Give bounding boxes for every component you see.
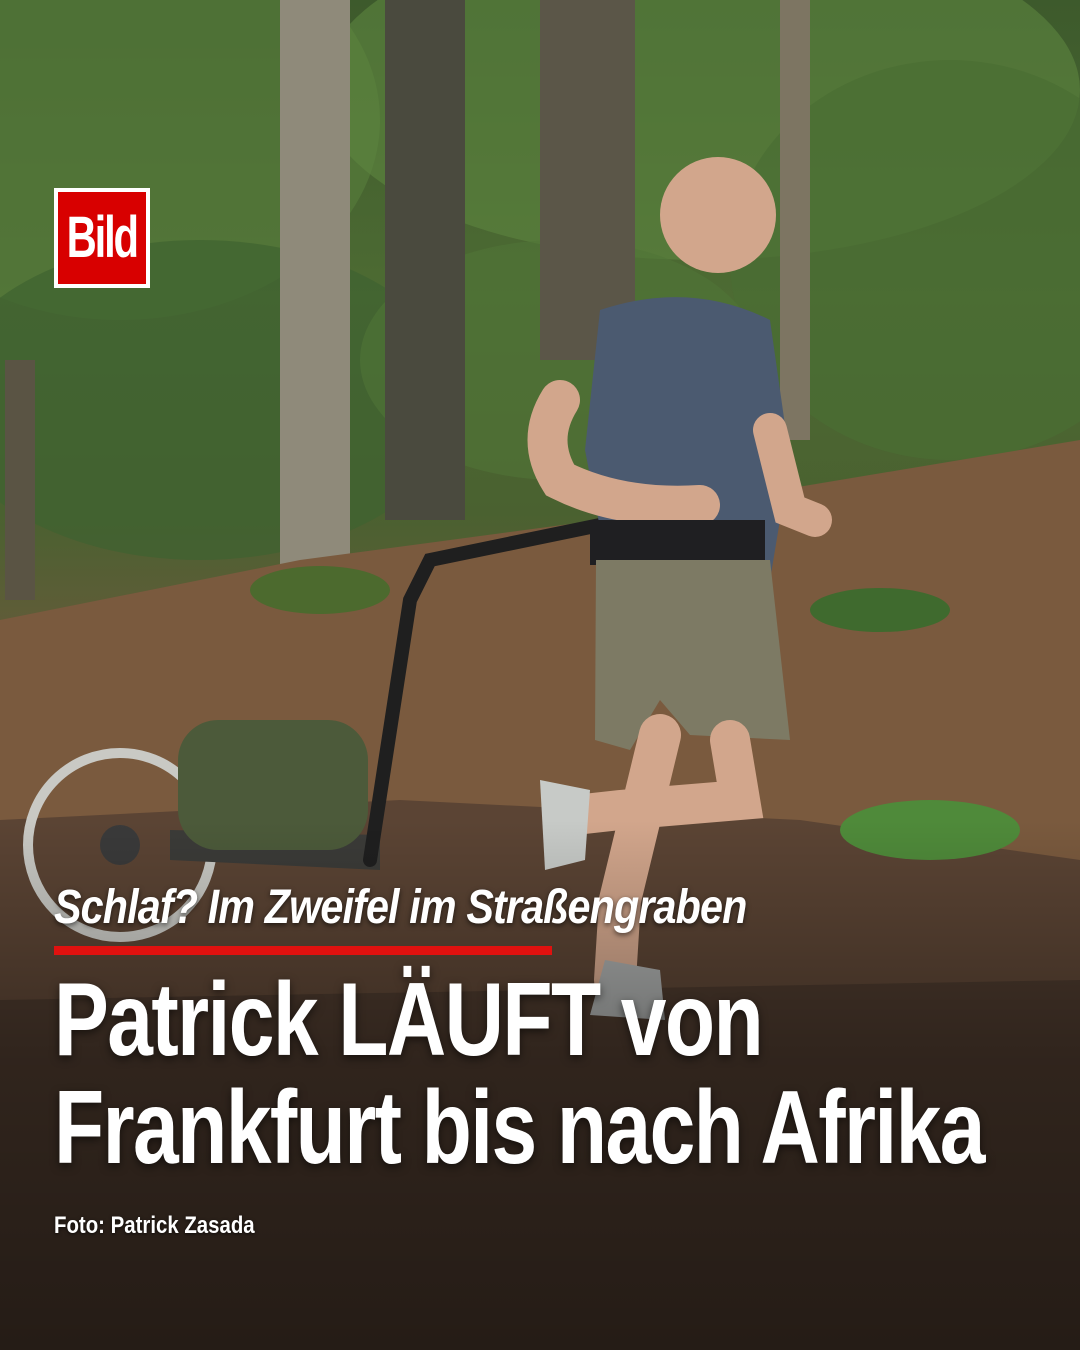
headline-line-1: Patrick LÄUFT von bbox=[54, 962, 764, 1078]
photo-credit: Foto: Patrick Zasada bbox=[54, 1212, 255, 1239]
red-divider bbox=[54, 946, 552, 955]
post-image: Bild Schlaf? Im Zweifel im Straßengraben… bbox=[0, 0, 1080, 1350]
bild-logo: Bild bbox=[54, 188, 150, 288]
headline: Patrick LÄUFT von Frankfurt bis nach Afr… bbox=[54, 962, 985, 1186]
headline-line-2: Frankfurt bis nach Afrika bbox=[54, 1070, 985, 1186]
kicker-line: Schlaf? Im Zweifel im Straßengraben bbox=[54, 881, 747, 934]
